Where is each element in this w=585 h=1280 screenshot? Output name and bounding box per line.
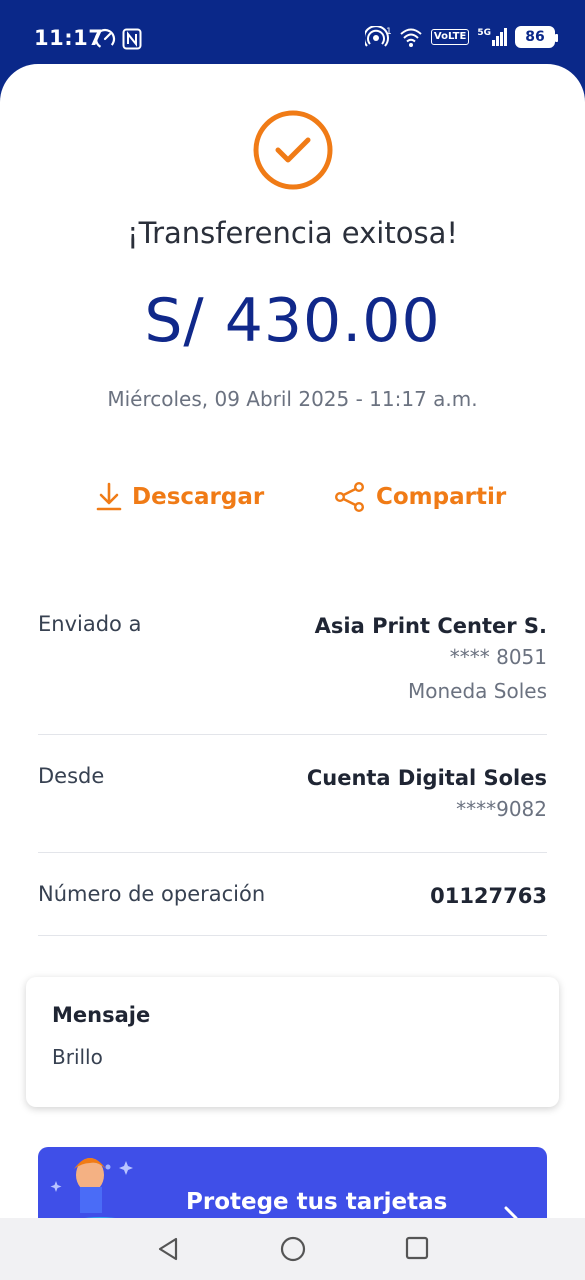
share-button[interactable]: Compartir [334,482,506,512]
download-button[interactable]: Descargar [96,482,264,512]
from-row: Desde Cuenta Digital Soles ****9082 [38,764,547,853]
sent-to-row: Enviado a Asia Print Center S. **** 8051… [38,612,547,735]
sent-to-label: Enviado a [38,612,142,636]
success-check-icon [253,110,333,190]
share-icon [335,482,365,512]
status-time: 11:17 [34,26,104,50]
message-text: Brillo [52,1045,103,1069]
wifi-icon [400,28,422,47]
status-left-icons [94,28,142,50]
transfer-date: Miércoles, 09 Abril 2025 - 11:17 a.m. [107,387,478,411]
from-account-name: Cuenta Digital Soles [306,766,547,790]
chevron-right-icon [504,1206,518,1218]
volte-badge: VoLTE [430,29,470,45]
message-title: Mensaje [52,1003,151,1027]
recipient-name: Asia Print Center S. [314,614,547,638]
recipient-currency: Moneda Soles [408,679,547,703]
operation-number: 01127763 [430,884,547,908]
promo-text: Protege tus tarjetas [186,1189,448,1215]
operation-label: Número de operación [38,882,266,906]
battery-level: 86 [525,29,545,45]
promo-banner[interactable]: 1 Protege tus tarjetas [38,1147,547,1218]
navigation-bar [0,1218,585,1280]
receipt-sheet: ¡Transferencia exitosa! S/ 430.00 Miérco… [0,64,585,1218]
svg-text:1: 1 [386,27,391,37]
download-icon [96,482,122,511]
transfer-amount: S/ 430.00 [144,286,441,356]
speed-gauge-icon [94,28,116,50]
message-card: Mensaje Brillo [26,977,559,1107]
promo-illustration-icon: 1 [50,1158,133,1218]
signal-icon: 5G [477,28,507,46]
status-right-icons: 1 VoLTE 5G 86 [364,26,558,48]
from-label: Desde [38,764,105,788]
from-account-number: ****9082 [456,797,547,821]
back-icon[interactable] [156,1236,180,1262]
home-icon[interactable] [280,1236,306,1262]
nfc-icon [122,28,142,50]
operation-row: Número de operación 01127763 [38,882,547,936]
page-title: ¡Transferencia exitosa! [127,216,458,250]
hotspot-icon: 1 [364,26,391,47]
battery-icon: 86 [515,26,558,48]
download-label: Descargar [132,484,265,510]
recent-apps-icon[interactable] [405,1236,429,1260]
share-label: Compartir [376,484,507,510]
recipient-account: **** 8051 [449,645,547,669]
network-type: 5G [477,28,491,38]
